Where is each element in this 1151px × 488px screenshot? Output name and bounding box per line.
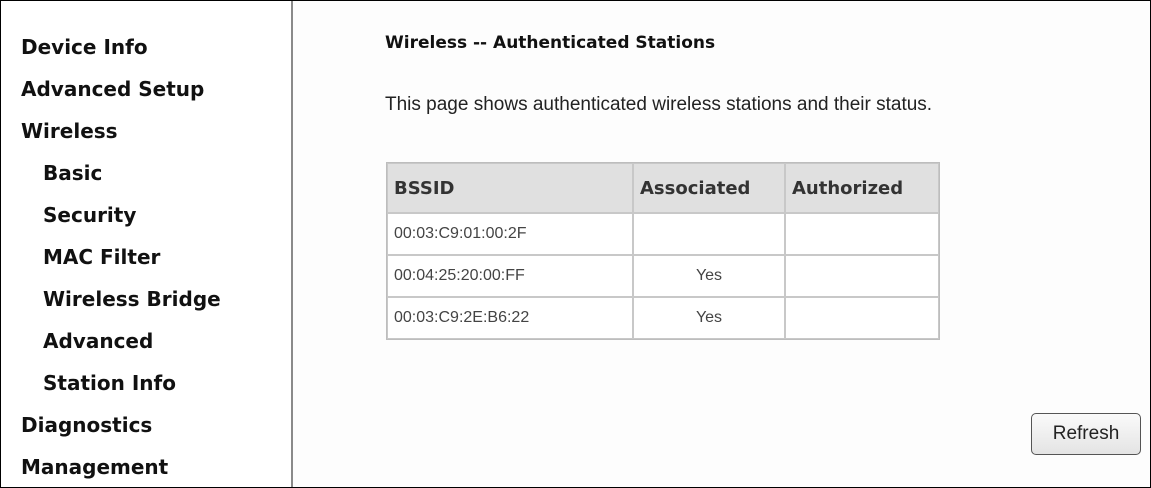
sidebar-item-advanced-setup[interactable]: Advanced Setup	[21, 77, 204, 101]
column-header-authorized: Authorized	[785, 163, 939, 213]
sidebar-item-device-info[interactable]: Device Info	[21, 35, 148, 59]
sidebar-item-mac-filter[interactable]: MAC Filter	[43, 245, 160, 269]
sidebar-item-management[interactable]: Management	[21, 455, 168, 479]
sidebar-item-security[interactable]: Security	[43, 203, 136, 227]
sidebar-item-station-info[interactable]: Station Info	[43, 371, 176, 395]
associated-cell: Yes	[633, 255, 785, 297]
bssid-cell: 00:03:C9:2E:B6:22	[387, 297, 633, 339]
column-header-associated: Associated	[633, 163, 785, 213]
associated-cell: Yes	[633, 297, 785, 339]
column-header-bssid: BSSID	[387, 163, 633, 213]
associated-cell	[633, 213, 785, 255]
sidebar-nav: Device Info Advanced Setup Wireless Basi…	[1, 1, 293, 487]
sidebar-item-basic[interactable]: Basic	[43, 161, 102, 185]
authorized-cell	[785, 297, 939, 339]
table-header-row: BSSID Associated Authorized	[387, 163, 939, 213]
sidebar-item-advanced[interactable]: Advanced	[43, 329, 153, 353]
authorized-cell	[785, 213, 939, 255]
stations-table: BSSID Associated Authorized 00:03:C9:01:…	[386, 162, 940, 340]
sidebar-item-wireless-bridge[interactable]: Wireless Bridge	[43, 287, 221, 311]
bssid-cell: 00:04:25:20:00:FF	[387, 255, 633, 297]
table-row: 00:03:C9:2E:B6:22 Yes	[387, 297, 939, 339]
table-row: 00:04:25:20:00:FF Yes	[387, 255, 939, 297]
page-title: Wireless -- Authenticated Stations	[385, 33, 716, 53]
page-description: This page shows authenticated wireless s…	[385, 94, 933, 115]
sidebar-item-diagnostics[interactable]: Diagnostics	[21, 413, 152, 437]
main-content: Wireless -- Authenticated Stations This …	[293, 1, 1150, 487]
refresh-button[interactable]: Refresh	[1031, 413, 1141, 455]
table-row: 00:03:C9:01:00:2F	[387, 213, 939, 255]
authorized-cell	[785, 255, 939, 297]
sidebar-item-wireless[interactable]: Wireless	[21, 119, 118, 143]
page-frame: Device Info Advanced Setup Wireless Basi…	[0, 0, 1151, 488]
bssid-cell: 00:03:C9:01:00:2F	[387, 213, 633, 255]
